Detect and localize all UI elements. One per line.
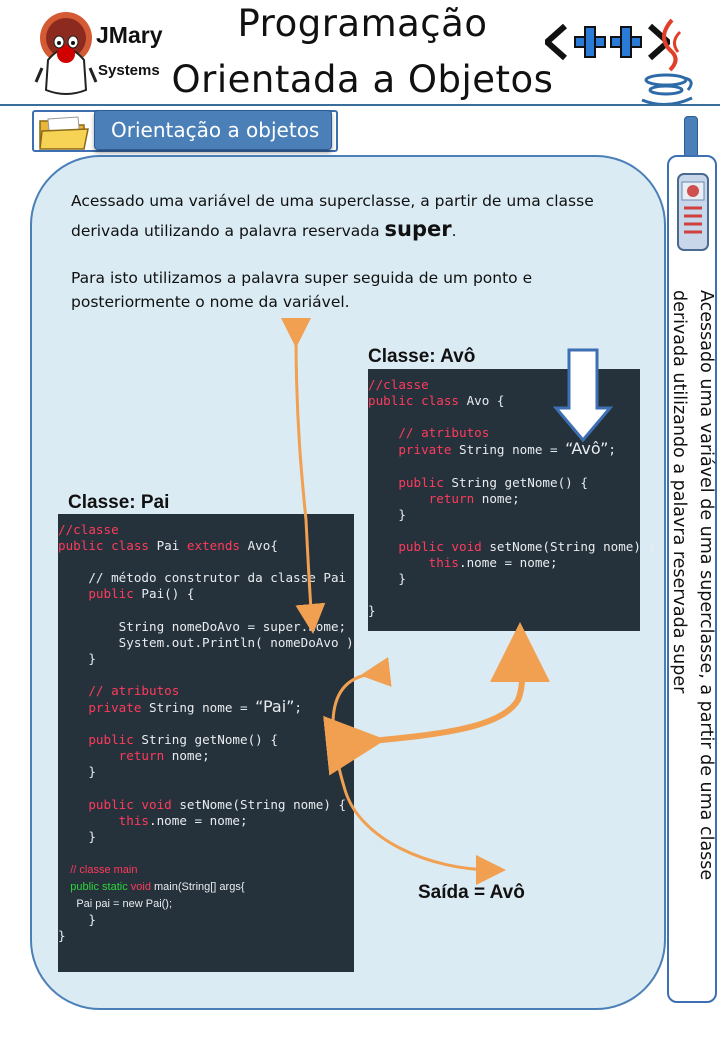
code-line: Pai extends Avo{ — [149, 538, 278, 554]
code-line: // atributos — [368, 425, 490, 441]
code-line: return nome; — [428, 490, 520, 506]
header-divider — [0, 104, 720, 106]
code-line: } — [58, 764, 96, 780]
code-line: public void setNome(String nome) { — [398, 538, 657, 554]
code-line: public Pai() { — [88, 586, 195, 602]
section-tab[interactable]: Orientação a objetos — [94, 110, 332, 150]
output-label: Saída = Avô — [418, 882, 525, 903]
code-line: Pai pai = new Pai(); — [58, 898, 173, 911]
code-line: public static — [58, 881, 131, 894]
code-line: //classe — [368, 377, 429, 392]
code-line: private String nome = — [398, 442, 566, 458]
code-line: ; — [608, 442, 616, 458]
code-line: Avo { — [459, 393, 505, 409]
code-line: // atributos — [58, 682, 180, 698]
string-literal: “Pai” — [255, 697, 295, 717]
keyword-super: super — [384, 217, 452, 241]
code-line: private String nome = — [88, 700, 256, 716]
side-bar-connector — [684, 116, 698, 158]
code-line: this.nome = nome; — [118, 812, 248, 828]
pai-code-block: //classe public class Pai extends Avo{ /… — [58, 514, 361, 972]
code-line: } — [58, 828, 96, 844]
code-line: //classe — [58, 522, 119, 537]
java-icon — [641, 18, 693, 106]
code-line: void — [130, 881, 151, 894]
pai-class-label: Classe: Pai — [68, 492, 170, 513]
code-line: // método construtor da classe Pai — [58, 570, 347, 586]
intro-text: Acessado uma variável de uma superclasse… — [71, 192, 594, 240]
code-line: return nome; — [118, 748, 210, 764]
code-line: System.out.Println( nomeDoAvo ); — [58, 634, 362, 650]
page-title-line1: Programação — [237, 2, 488, 45]
logo-name: JMary — [96, 22, 163, 48]
code-line: this.nome = nome; — [428, 555, 558, 571]
code-line: } — [368, 506, 406, 522]
code-line: main(String[] args{ — [150, 881, 245, 894]
avo-code-block: //classe public class Avo { // atributos… — [368, 369, 656, 631]
code-line: public void setNome(String nome) { — [88, 796, 347, 812]
intro-paragraph: Acessado uma variável de uma superclasse… — [71, 187, 611, 245]
intro-paragraph-2: Para isto utilizamos a palavra super seg… — [71, 269, 533, 311]
avo-class-label: Classe: Avô — [368, 346, 476, 367]
string-literal: “Avô” — [565, 439, 609, 459]
code-line: ; — [294, 700, 303, 716]
folder-icon — [39, 116, 89, 150]
code-line: String nomeDoAvo = super.nome; — [58, 618, 347, 634]
newspaper-icon — [677, 173, 709, 251]
code-line: public String getNome() { — [398, 474, 588, 490]
code-line: public String getNome() { — [88, 732, 278, 748]
code-line: } — [368, 603, 376, 619]
page-title-line2: Orientada a Objetos — [171, 58, 554, 101]
code-line: } — [58, 928, 66, 944]
code-line: } — [58, 912, 96, 928]
code-line: public class — [368, 393, 459, 409]
side-caption: Acessado uma variável de uma superclasse… — [669, 290, 716, 881]
code-line: } — [58, 650, 96, 666]
code-line: // classe main — [58, 863, 138, 876]
code-line: } — [368, 571, 406, 587]
intro-period: . — [451, 222, 457, 240]
code-line: public class — [58, 538, 149, 554]
